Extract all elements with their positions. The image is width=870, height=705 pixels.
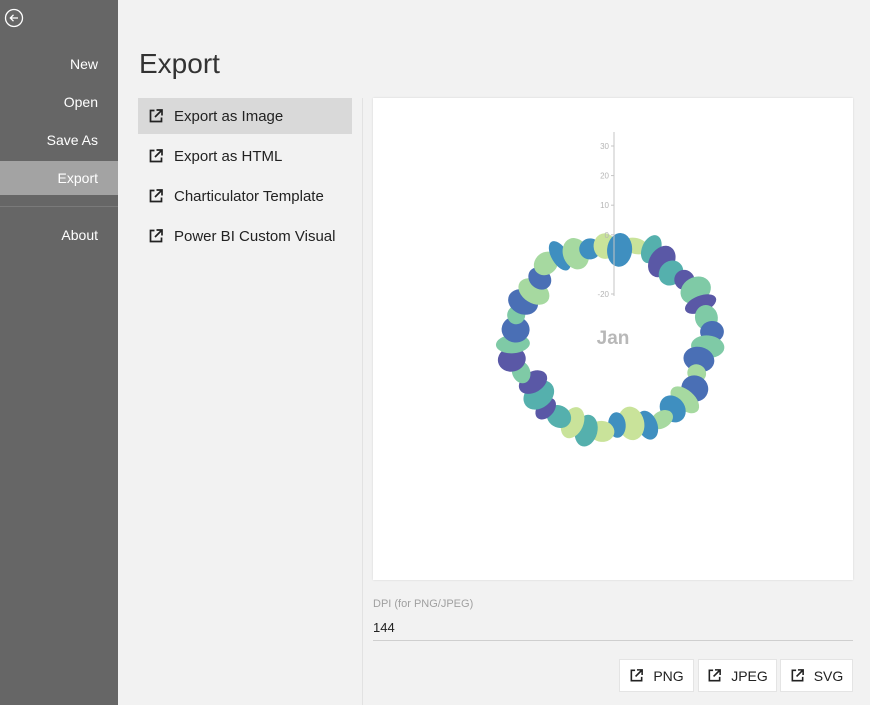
external-link-icon — [149, 229, 163, 243]
chart-axis-tick-label: 0 — [605, 231, 610, 240]
chart-axis-tick-label: 10 — [600, 201, 609, 210]
button-label: PNG — [653, 667, 684, 684]
preview-chart: 30 20 10 0 -20 Jan — [495, 132, 725, 447]
backstage-nav: New Open Save As Export About — [0, 0, 118, 705]
jpeg-button[interactable]: JPEG — [698, 659, 777, 692]
nav-item-new[interactable]: New — [0, 47, 118, 81]
chart-center-label: Jan — [597, 328, 630, 349]
nav-item-open[interactable]: Open — [0, 85, 118, 119]
nav-item-save-as[interactable]: Save As — [0, 123, 118, 157]
option-label: Power BI Custom Visual — [174, 227, 336, 245]
page-title: Export — [139, 48, 220, 79]
dpi-input[interactable] — [373, 615, 853, 641]
external-link-icon — [149, 149, 163, 163]
option-export-as-image[interactable]: Export as Image — [138, 98, 352, 134]
png-button[interactable]: PNG — [619, 659, 694, 692]
chart-axis-tick-label: 30 — [600, 142, 609, 151]
back-arrow-icon[interactable] — [4, 8, 24, 28]
chart-axis-tick-label: 20 — [600, 172, 609, 181]
external-link-icon — [791, 669, 804, 682]
nav-item-export[interactable]: Export — [0, 161, 118, 195]
chart-axis-tick-label: -20 — [597, 290, 609, 299]
export-preview: 30 20 10 0 -20 Jan — [373, 98, 853, 580]
external-link-icon — [708, 669, 722, 682]
nav-item-about[interactable]: About — [0, 218, 118, 252]
external-link-icon — [630, 669, 644, 682]
option-power-bi-custom-visual[interactable]: Power BI Custom Visual — [138, 218, 352, 254]
button-label: SVG — [813, 667, 844, 684]
option-export-as-html[interactable]: Export as HTML — [138, 138, 352, 174]
option-label: Export as Image — [174, 107, 284, 125]
option-label: Charticulator Template — [174, 187, 324, 205]
export-options-list: Export as Image Export as HTML Charticul… — [138, 98, 352, 258]
button-label: JPEG — [731, 667, 768, 684]
svg-button[interactable]: SVG — [780, 659, 853, 692]
nav-divider — [0, 206, 118, 207]
external-link-icon — [149, 109, 163, 123]
option-label: Export as HTML — [174, 147, 283, 165]
external-link-icon — [149, 189, 163, 203]
option-charticulator-template[interactable]: Charticulator Template — [138, 178, 352, 214]
panel-divider — [362, 98, 363, 705]
dpi-label: DPI (for PNG/JPEG) — [373, 598, 474, 610]
